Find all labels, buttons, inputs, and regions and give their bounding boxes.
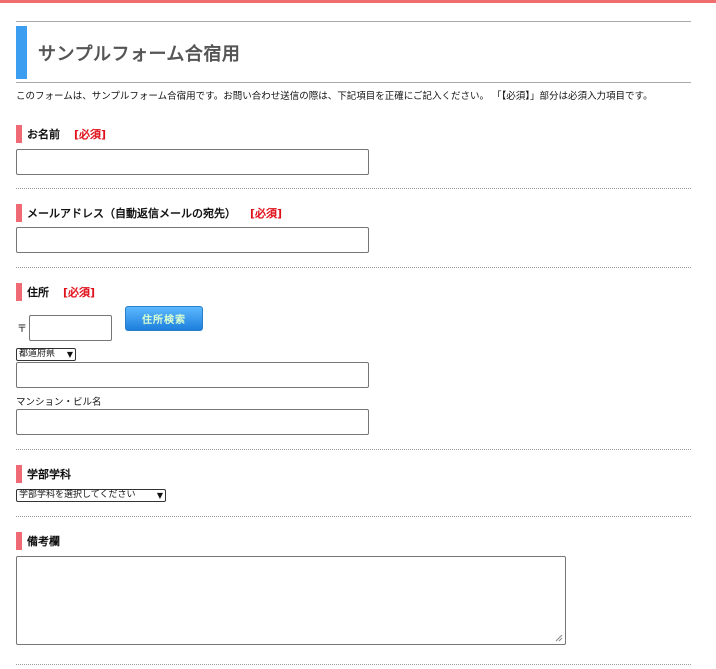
page-header: サンプルフォーム合宿用 (16, 21, 691, 83)
zip-code-input[interactable] (29, 315, 112, 341)
prefecture-select[interactable]: 都道府県 ▼ (16, 348, 76, 361)
email-label-row: メールアドレス（自動返信メールの宛先） [必須] (16, 204, 282, 222)
title-accent-bar (16, 26, 27, 79)
section-accent-bar (16, 204, 22, 222)
chevron-down-icon: ▼ (66, 350, 73, 359)
notes-label: 備考欄 (27, 535, 60, 548)
intro-text: このフォームは、サンプルフォーム合宿用です。お問い合わせ送信の際は、下記項目を正… (16, 91, 653, 102)
page-title: サンプルフォーム合宿用 (38, 44, 241, 65)
address-search-button[interactable]: 住所検索 (125, 306, 203, 331)
required-badge: [必須] (63, 286, 96, 299)
section-accent-bar (16, 532, 22, 550)
section-divider (16, 449, 691, 450)
prefecture-select-value: 都道府県 (19, 349, 56, 359)
section-divider (16, 664, 691, 665)
notes-textarea[interactable] (16, 556, 566, 645)
zip-mark: 〒 (17, 324, 27, 335)
address-label-row: 住所 [必須] (16, 283, 95, 301)
name-input[interactable] (16, 149, 369, 175)
required-badge: [必須] (250, 207, 283, 220)
faculty-label-row: 学部学科 (16, 465, 71, 483)
email-label: メールアドレス（自動返信メールの宛先） (27, 207, 236, 220)
chevron-down-icon: ▼ (156, 491, 163, 500)
required-badge: [必須] (74, 128, 107, 141)
building-label: マンション・ビル名 (16, 397, 102, 408)
address-label: 住所 (27, 286, 49, 299)
section-divider (16, 267, 691, 268)
name-label-row: お名前 [必須] (16, 125, 106, 143)
section-accent-bar (16, 283, 22, 301)
name-label: お名前 (27, 128, 60, 141)
faculty-label: 学部学科 (27, 468, 71, 481)
top-accent-bar (0, 0, 716, 3)
section-accent-bar (16, 465, 22, 483)
address-line-input[interactable] (16, 362, 369, 388)
email-input[interactable] (16, 227, 369, 253)
faculty-select[interactable]: 学部学科を選択してください ▼ (16, 489, 166, 502)
section-accent-bar (16, 125, 22, 143)
resize-grip-icon[interactable] (555, 634, 563, 642)
building-input[interactable] (16, 409, 369, 435)
section-divider (16, 516, 691, 517)
faculty-select-value: 学部学科を選択してください (19, 490, 136, 500)
notes-label-row: 備考欄 (16, 532, 60, 550)
section-divider (16, 188, 691, 189)
